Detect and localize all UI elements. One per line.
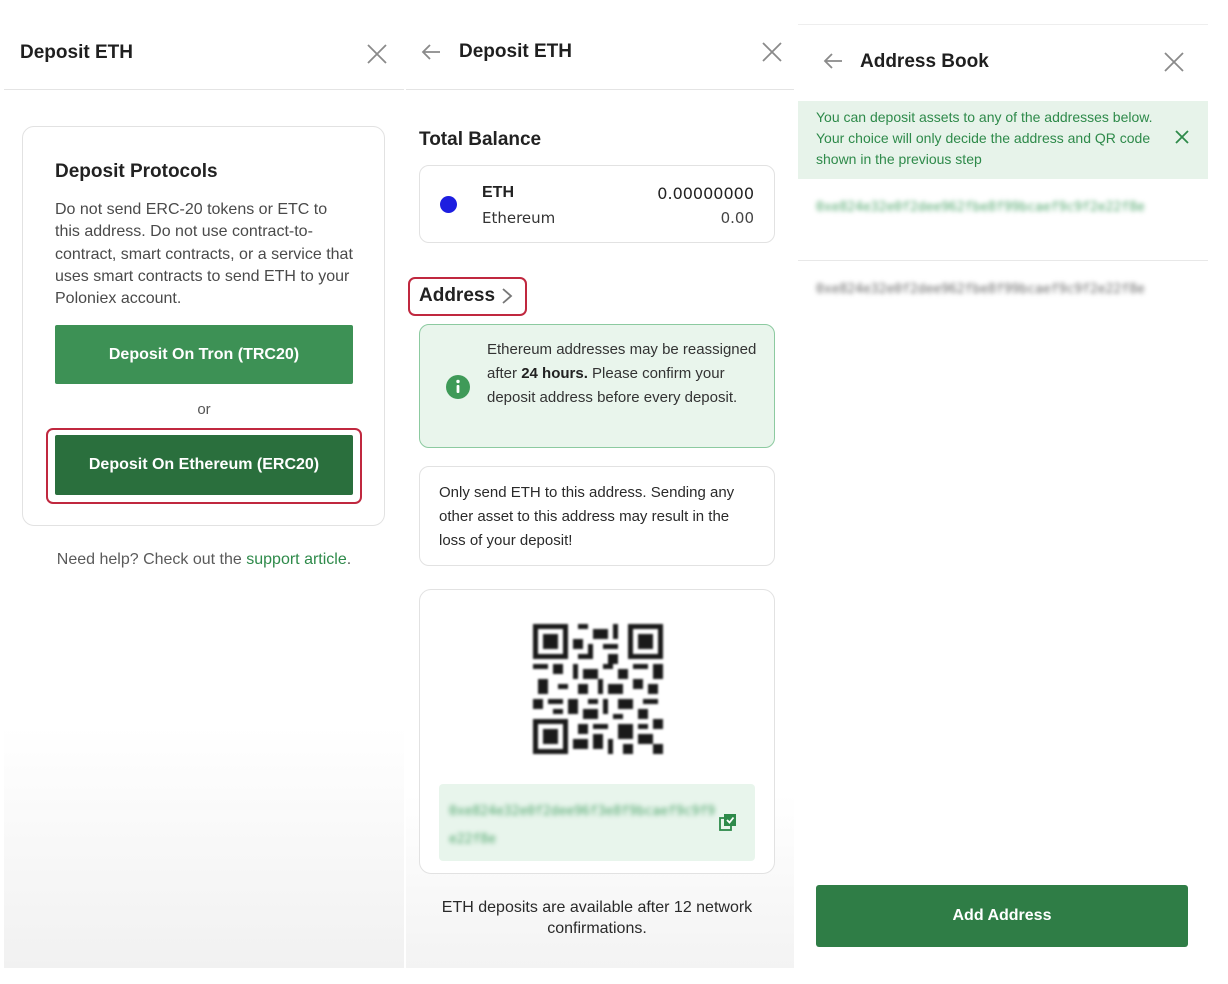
or-separator: or (197, 401, 211, 418)
asset-name: Ethereum (482, 209, 556, 227)
deposit-address-box: 0xe824e32e0f2dee96f3e8f9bcaef9c9f9e22f8e (439, 784, 755, 861)
deposit-protocols-card: Deposit Protocols Do not send ERC-20 tok… (22, 126, 385, 526)
address-book-banner: You can deposit assets to any of the add… (798, 101, 1208, 179)
address-list-item[interactable]: 0xe824e32e0f2dee962fbe8f99bcaef9c9f2e22f… (798, 179, 1208, 261)
help-suffix: . (346, 551, 352, 568)
panel-header: Deposit ETH (4, 0, 404, 90)
support-article-link[interactable]: support article (246, 551, 347, 568)
balance-card: ETH Ethereum 0.00000000 0.00 (419, 165, 775, 243)
chevron-right-icon[interactable] (500, 286, 514, 306)
qr-card: 0xe824e32e0f2dee96f3e8f9bcaef9c9f9e22f8e (419, 589, 775, 874)
close-icon[interactable] (761, 41, 783, 63)
total-balance-label: Total Balance (419, 129, 542, 150)
send-warning-card: Only send ETH to this address. Sending a… (419, 466, 775, 566)
protocols-title: Deposit Protocols (55, 161, 218, 182)
copy-icon[interactable] (718, 812, 738, 832)
address-book-panel: Address Book You can deposit assets to a… (798, 24, 1208, 968)
deposit-protocol-panel: Deposit ETH Deposit Protocols Do not sen… (4, 0, 404, 968)
notice-bold: 24 hours. (521, 365, 588, 382)
panel-title: Deposit ETH (20, 42, 133, 63)
deposit-address-text[interactable]: 0xe824e32e0f2dee96f3e8f9bcaef9c9f9e22f8e (449, 798, 717, 854)
eth-dot-icon (440, 196, 457, 213)
screenshot-canvas: Deposit ETH Deposit Protocols Do not sen… (0, 0, 1228, 984)
reassign-notice: Ethereum addresses may be reassigned aft… (419, 324, 775, 448)
banner-text: You can deposit assets to any of the add… (816, 109, 1153, 167)
deposit-address-panel: Deposit ETH Total Balance ETH Ethereum 0… (406, 0, 794, 968)
back-arrow-icon[interactable] (420, 41, 442, 63)
panel-title: Address Book (860, 51, 989, 72)
info-icon (446, 375, 470, 399)
address-text: 0xe824e32e0f2dee962fbe8f99bcaef9c9f2e22f… (816, 200, 1145, 215)
notice-text: Ethereum addresses may be reassigned aft… (487, 338, 759, 410)
protocols-description: Do not send ERC-20 tokens or ETC to this… (55, 201, 353, 308)
deposit-ethereum-button[interactable]: Deposit On Ethereum (ERC20) (55, 435, 353, 495)
close-icon[interactable] (1163, 51, 1185, 73)
panel-title: Deposit ETH (459, 41, 572, 62)
asset-symbol: ETH (482, 184, 514, 201)
close-icon[interactable] (366, 43, 388, 65)
back-arrow-icon[interactable] (822, 50, 844, 72)
qr-code (533, 624, 663, 754)
help-text: Need help? Check out the support article… (4, 551, 404, 569)
add-address-button[interactable]: Add Address (816, 885, 1188, 947)
panel-header: Deposit ETH (406, 0, 794, 90)
asset-balance: 0.00000000 (657, 184, 754, 203)
banner-close-icon[interactable] (1174, 129, 1190, 145)
address-text: 0xe824e32e0f2dee962fbe8f99bcaef9c9f2e22f… (816, 282, 1145, 297)
warning-text: Only send ETH to this address. Sending a… (439, 484, 735, 549)
help-prefix: Need help? Check out the (56, 551, 247, 568)
deposit-tron-button[interactable]: Deposit On Tron (TRC20) (55, 325, 353, 384)
address-list-item[interactable]: 0xe824e32e0f2dee962fbe8f99bcaef9c9f2e22f… (798, 261, 1208, 343)
asset-fiat-value: 0.00 (720, 209, 754, 227)
address-book-link[interactable]: Address (419, 285, 495, 307)
confirmations-note: ETH deposits are available after 12 netw… (441, 899, 753, 937)
